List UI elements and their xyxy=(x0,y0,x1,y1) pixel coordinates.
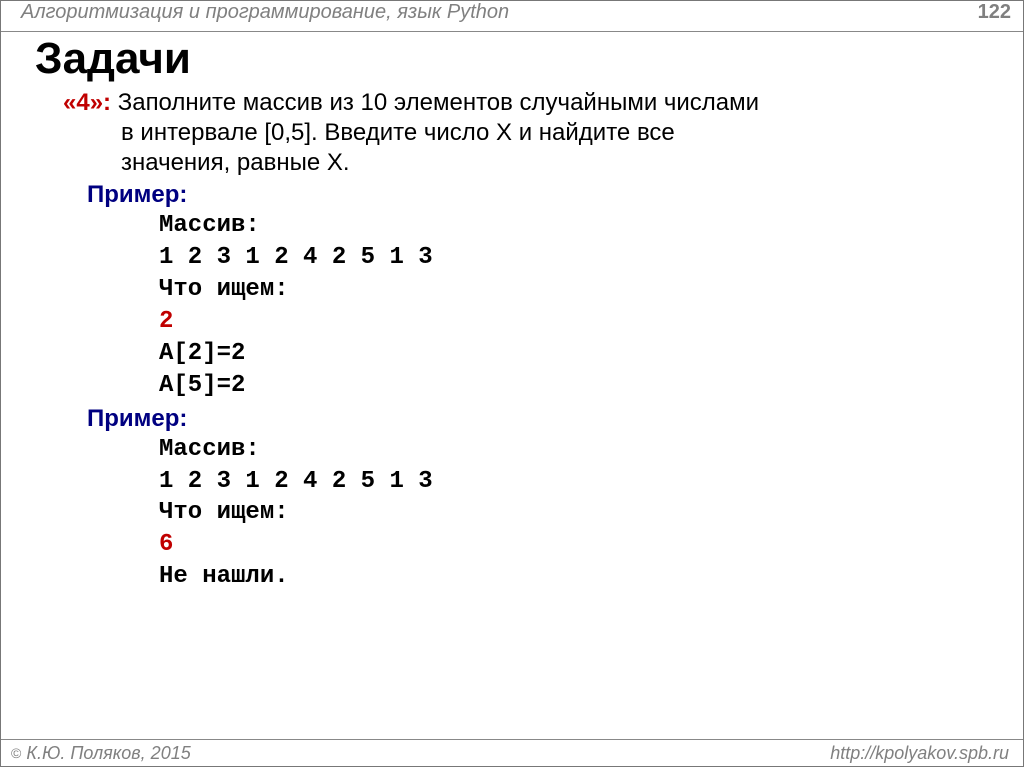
ex2-result: Не нашли. xyxy=(159,561,993,593)
footer-copyright: © К.Ю. Поляков, 2015 xyxy=(11,743,191,764)
header-title: Алгоритмизация и программирование, язык … xyxy=(21,1,509,24)
ex2-search-label: Что ищем: xyxy=(159,497,993,529)
ex2-array-values: 1 2 3 1 2 4 2 5 1 3 xyxy=(159,466,993,498)
grade-label: «4»: xyxy=(63,89,111,116)
ex1-search-label: Что ищем: xyxy=(159,274,993,306)
example-2-label: Пример: xyxy=(87,404,993,434)
header-bar: Алгоритмизация и программирование, язык … xyxy=(1,1,1023,32)
example-1-label: Пример: xyxy=(87,180,993,210)
ex2-search-value: 6 xyxy=(159,529,993,561)
ex2-array-label: Массив: xyxy=(159,434,993,466)
problem-text-3: значения, равные X. xyxy=(121,148,993,178)
slide: Алгоритмизация и программирование, язык … xyxy=(0,0,1024,767)
page-number: 122 xyxy=(978,1,1011,24)
ex1-result-2: A[5]=2 xyxy=(159,370,993,402)
ex1-array-values: 1 2 3 1 2 4 2 5 1 3 xyxy=(159,242,993,274)
footer-bar: © К.Ю. Поляков, 2015 http://kpolyakov.sp… xyxy=(1,739,1023,766)
copyright-text: К.Ю. Поляков, 2015 xyxy=(21,743,190,763)
copyright-icon: © xyxy=(11,745,21,761)
ex1-result-1: A[2]=2 xyxy=(159,338,993,370)
problem-text-2: в интервале [0,5]. Введите число X и най… xyxy=(121,118,993,148)
page-title: Задачи xyxy=(35,36,993,82)
ex1-search-value: 2 xyxy=(159,306,993,338)
problem-line-1: «4»: Заполните массив из 10 элементов сл… xyxy=(49,88,993,118)
problem-text-1: Заполните массив из 10 элементов случайн… xyxy=(118,89,759,116)
footer-url: http://kpolyakov.spb.ru xyxy=(830,743,1009,764)
task-block: «4»: Заполните массив из 10 элементов сл… xyxy=(35,88,993,593)
content: Задачи «4»: Заполните массив из 10 элеме… xyxy=(1,32,1023,593)
ex1-array-label: Массив: xyxy=(159,210,993,242)
